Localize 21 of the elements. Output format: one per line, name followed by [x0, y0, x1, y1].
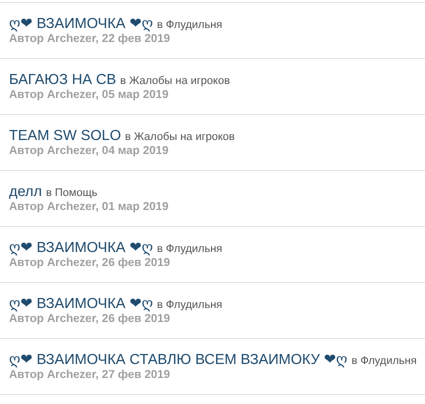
- forum-label: в Флудильня: [157, 299, 222, 311]
- topic-meta: Автор Archezer, 22 фев 2019: [9, 33, 172, 45]
- forum-label: в Помощь: [46, 187, 98, 199]
- topic-meta: Автор Archezer, 04 мар 2019: [9, 145, 170, 157]
- topic-meta: Автор Archezer, 26 фев 2019: [9, 313, 172, 325]
- topic-link[interactable]: БАГАЮЗ НА СВ: [9, 72, 116, 88]
- forum-label: в Жалобы на игроков: [120, 75, 230, 87]
- topic-link[interactable]: ღ❤ ВЗАИМОЧКА ❤ღ: [9, 296, 154, 312]
- topic-link[interactable]: ღ❤ ВЗАИМОЧКА ❤ღ: [9, 16, 154, 32]
- topic-link[interactable]: TEAM SW SOLO: [9, 128, 121, 144]
- topic-meta: Автор Archezer, 01 мар 2019: [9, 201, 170, 213]
- forum-label: в Флудильня: [157, 19, 222, 31]
- topic-link[interactable]: ღ❤ ВЗАИМОЧКА ❤ღ: [9, 240, 154, 256]
- topic-meta: Автор Archezer, 27 фев 2019: [9, 369, 172, 381]
- topic-meta: Автор Archezer, 26 фев 2019: [9, 257, 172, 269]
- topic-link[interactable]: ღ❤ ВЗАИМОЧКА СТАВЛЮ ВСЕМ ВЗАИМОКУ ❤ღ: [9, 352, 348, 368]
- topic-link[interactable]: делл: [9, 184, 42, 200]
- forum-label: в Флудильня: [351, 355, 417, 367]
- topic-meta: Автор Archezer, 05 мар 2019: [9, 89, 170, 101]
- forum-label: в Жалобы на игроков: [125, 131, 235, 143]
- forum-label: в Флудильня: [157, 243, 222, 255]
